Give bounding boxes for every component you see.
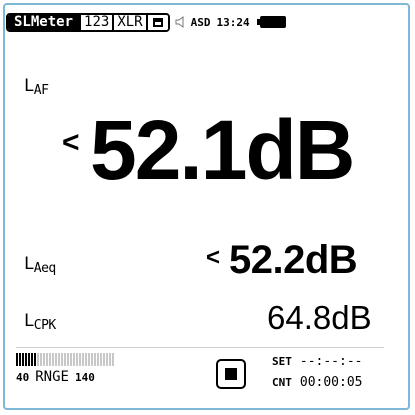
tab-123[interactable]: 123 <box>79 14 113 30</box>
range-level-segment <box>43 353 45 366</box>
range-level-segment <box>79 353 81 366</box>
set-value: --:--:-- <box>299 354 363 369</box>
tab-xlr[interactable]: XLR <box>112 14 146 30</box>
range-level-segment <box>109 353 111 366</box>
range-level-segment <box>25 353 27 366</box>
range-level-segment <box>67 353 69 366</box>
cnt-value: 00:00:05 <box>299 375 363 390</box>
sd-card-icon <box>152 17 163 27</box>
range-scale: 40 RNGE 140 <box>16 369 95 385</box>
range-label: RNGE <box>35 369 69 385</box>
mode-tabs: SLMeter 123 XLR <box>6 12 170 32</box>
range-level-segment <box>52 353 54 366</box>
laeq-value: 52.2dB <box>229 238 358 282</box>
cnt-label: CNT <box>272 376 292 389</box>
stop-icon <box>225 368 237 380</box>
range-level-segment <box>82 353 84 366</box>
clock: 13:24 <box>216 15 250 29</box>
range-level-segment <box>91 353 93 366</box>
range-level-segment <box>46 353 48 366</box>
range-high: 140 <box>74 371 95 384</box>
range-level-segment <box>64 353 66 366</box>
range-level-segment <box>100 353 102 366</box>
range-level-segment <box>106 353 108 366</box>
range-level-segment <box>40 353 42 366</box>
range-level-segment <box>19 353 21 366</box>
range-level-segment <box>112 353 114 366</box>
range-level-segment <box>70 353 72 366</box>
range-level-segment <box>76 353 78 366</box>
laeq-trend-indicator: < <box>206 244 221 271</box>
tab-slmeter[interactable]: SLMeter <box>8 14 80 30</box>
cnt-timer-row: CNT 00:00:05 <box>272 375 363 390</box>
lcpk-value: 64.8dB <box>267 299 372 336</box>
range-level-segment <box>28 353 30 366</box>
range-level-segment <box>97 353 99 366</box>
lcpk-label: LCPK <box>24 311 56 333</box>
range-level-segment <box>88 353 90 366</box>
range-level-segment <box>73 353 75 366</box>
range-level-bar <box>16 353 114 366</box>
range-level-segment <box>55 353 57 366</box>
tab-sd-card[interactable] <box>145 14 168 30</box>
set-label: SET <box>272 355 292 368</box>
meter-screen <box>10 10 405 405</box>
set-timer-row: SET --:--:-- <box>272 354 363 369</box>
range-level-segment <box>16 353 18 366</box>
range-level-segment <box>103 353 105 366</box>
range-level-segment <box>22 353 24 366</box>
battery-icon <box>256 16 286 28</box>
range-level-segment <box>61 353 63 366</box>
laf-value: 52.1dB <box>90 103 355 197</box>
range-level-segment <box>58 353 60 366</box>
range-level-segment <box>34 353 36 366</box>
speaker-icon <box>175 16 184 28</box>
range-level-segment <box>31 353 33 366</box>
range-level-segment <box>49 353 51 366</box>
laeq-label: LAeq <box>24 254 56 276</box>
range-level-segment <box>37 353 39 366</box>
range-level-segment <box>94 353 96 366</box>
stop-button[interactable] <box>216 359 246 389</box>
bottom-divider <box>16 347 384 348</box>
asd-indicator: ASD <box>190 15 211 29</box>
laf-trend-indicator: < <box>62 126 80 159</box>
status-bar: SLMeter 123 XLR ASD 13:24 <box>6 12 390 32</box>
range-low: 40 <box>16 371 30 384</box>
laf-label: LAF <box>24 76 49 98</box>
range-level-segment <box>85 353 87 366</box>
